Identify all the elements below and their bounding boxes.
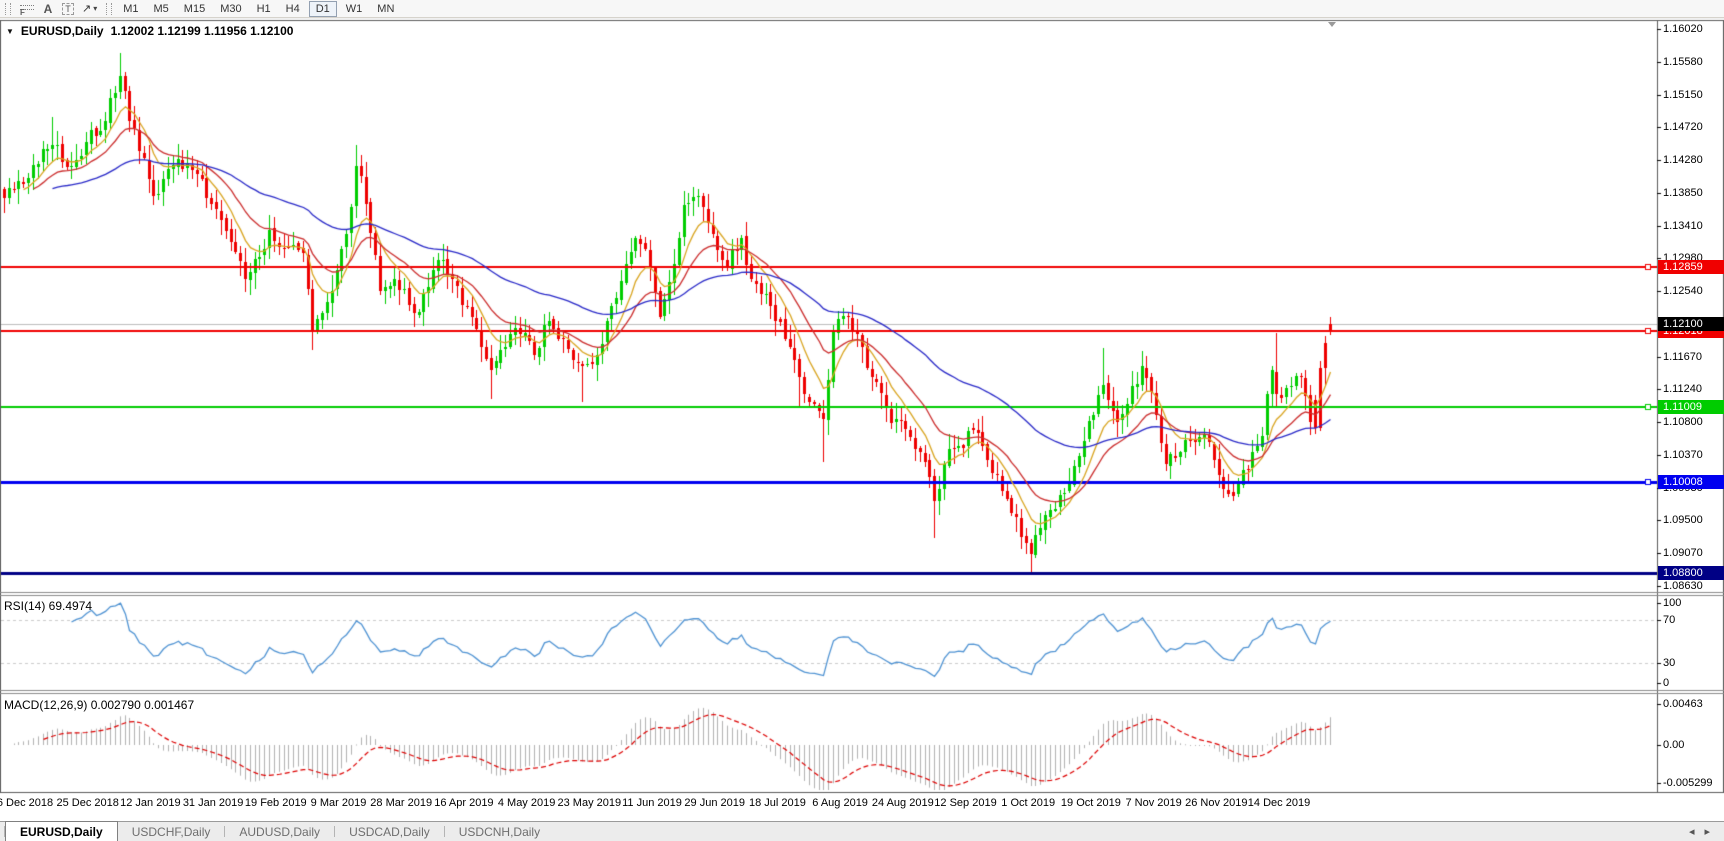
rsi-indicator-label: RSI(14) 69.4974: [4, 599, 92, 613]
price-tick-label: 1.15580: [1663, 56, 1723, 69]
price-tick-label: 1.12540: [1663, 285, 1723, 298]
date-axis-label: 6 Aug 2019: [812, 797, 868, 809]
price-tick-label: 1.10370: [1663, 449, 1723, 462]
macd-indicator-label: MACD(12,26,9) 0.002790 0.001467: [4, 698, 194, 712]
timeframe-button-m1[interactable]: M1: [117, 1, 144, 17]
macd-tick-label: -0.005299: [1663, 777, 1723, 790]
chart-tab-bar: EURUSD,DailyUSDCHF,DailyAUDUSD,DailyUSDC…: [0, 821, 1724, 841]
price-tick-label: 1.13850: [1663, 187, 1723, 200]
price-tick-label: 1.13410: [1663, 220, 1723, 233]
fibonacci-tool-button[interactable]: F: [16, 1, 38, 17]
tab-eurusd[interactable]: EURUSD,Daily: [5, 821, 118, 841]
tab-usdchf[interactable]: USDCHF,Daily: [118, 822, 225, 841]
price-tick-label: 1.08630: [1663, 580, 1723, 593]
date-axis-label: 7 Nov 2019: [1125, 797, 1181, 809]
date-axis-label: 31 Jan 2019: [183, 797, 244, 809]
date-axis-label: 19 Oct 2019: [1061, 797, 1121, 809]
chart-canvas[interactable]: [0, 19, 1724, 821]
rsi-tick-label: 0: [1663, 677, 1723, 690]
macd-tick-label: 0.00: [1663, 739, 1723, 752]
price-line-label: 1.08800: [1658, 566, 1724, 580]
timeframe-button-m5[interactable]: M5: [148, 1, 175, 17]
timeframe-button-h4[interactable]: H4: [280, 1, 306, 17]
label-tool-icon: T: [62, 3, 74, 15]
price-tick-label: 1.14720: [1663, 121, 1723, 134]
date-axis-label: 24 Aug 2019: [872, 797, 934, 809]
date-axis-label: 12 Jan 2019: [120, 797, 181, 809]
trading-platform-window: F A T ↗ ▾ M1M5M15M30H1H4D1W1MN ▼ EURUSD,…: [0, 0, 1724, 841]
current-price-label: 1.12100: [1658, 317, 1724, 331]
toolbar: F A T ↗ ▾ M1M5M15M30H1H4D1W1MN: [0, 0, 1724, 18]
chart-shift-marker-icon[interactable]: [1328, 22, 1336, 27]
timeframe-button-w1[interactable]: W1: [340, 1, 369, 17]
timeframe-button-m15[interactable]: M15: [178, 1, 211, 17]
chart-title: ▼ EURUSD,Daily 1.12002 1.12199 1.11956 1…: [6, 24, 293, 38]
date-axis-label: 18 Jul 2019: [749, 797, 806, 809]
toolbar-grip-timeframes[interactable]: [106, 3, 112, 15]
date-axis-label: 25 Dec 2018: [56, 797, 118, 809]
fibonacci-icon: F: [20, 2, 34, 15]
date-axis-label: 28 Mar 2019: [370, 797, 432, 809]
timeframe-button-mn[interactable]: MN: [371, 1, 400, 17]
price-tick-label: 1.11240: [1663, 383, 1723, 396]
timeframe-button-m30[interactable]: M30: [214, 1, 247, 17]
price-line-label: 1.10008: [1658, 475, 1724, 489]
arrows-tool-icon: ↗: [82, 2, 91, 15]
date-axis-label: 26 Nov 2019: [1185, 797, 1247, 809]
chart-symbol-label: EURUSD,Daily: [21, 24, 104, 38]
tab-scroll-arrows: ◂▸: [1689, 822, 1724, 841]
collapse-icon[interactable]: ▼: [6, 27, 14, 36]
date-axis-label: 19 Feb 2019: [245, 797, 307, 809]
date-axis-label: 14 Dec 2019: [1248, 797, 1310, 809]
price-tick-label: 1.11670: [1663, 351, 1723, 364]
date-axis-label: 23 May 2019: [557, 797, 621, 809]
chart-window: ▼ EURUSD,Daily 1.12002 1.12199 1.11956 1…: [0, 19, 1724, 821]
text-tool-button[interactable]: A: [38, 1, 58, 17]
tab-audusd[interactable]: AUDUSD,Daily: [225, 822, 334, 841]
price-tick-label: 1.14280: [1663, 154, 1723, 167]
chevron-down-icon: ▾: [93, 4, 97, 13]
date-axis-label: 11 Jun 2019: [622, 797, 682, 809]
timeframe-button-h1[interactable]: H1: [251, 1, 277, 17]
arrows-tool-button[interactable]: ↗ ▾: [78, 1, 101, 17]
price-tick-label: 1.10800: [1663, 416, 1723, 429]
date-axis-label: 16 Apr 2019: [434, 797, 493, 809]
timeframe-button-d1[interactable]: D1: [309, 1, 337, 17]
macd-tick-label: 0.00463: [1663, 698, 1723, 711]
label-tool-button[interactable]: T: [58, 1, 78, 17]
rsi-tick-label: 100: [1663, 597, 1723, 610]
rsi-tick-label: 70: [1663, 614, 1723, 627]
date-axis-label: 12 Sep 2019: [934, 797, 996, 809]
price-tick-label: 1.15150: [1663, 89, 1723, 102]
date-axis-label: 4 May 2019: [498, 797, 555, 809]
chart-ohlc-values: 1.12002 1.12199 1.11956 1.12100: [111, 24, 294, 38]
toolbar-grip[interactable]: [5, 3, 11, 15]
timeframe-group: M1M5M15M30H1H4D1W1MN: [117, 1, 400, 17]
tab-scroll-right-icon[interactable]: ▸: [1704, 825, 1710, 838]
price-line-label: 1.11009: [1658, 400, 1724, 414]
tab-scroll-left-icon[interactable]: ◂: [1689, 825, 1695, 838]
date-axis-label: 6 Dec 2018: [0, 797, 53, 809]
date-axis-label: 29 Jun 2019: [684, 797, 745, 809]
price-line-label: 1.12859: [1658, 260, 1724, 274]
price-tick-label: 1.16020: [1663, 23, 1723, 36]
date-axis-label: 9 Mar 2019: [311, 797, 367, 809]
tab-usdcnh[interactable]: USDCNH,Daily: [445, 822, 554, 841]
text-tool-icon: A: [44, 2, 53, 16]
price-tick-label: 1.09070: [1663, 547, 1723, 560]
tab-usdcad[interactable]: USDCAD,Daily: [335, 822, 444, 841]
date-axis-label: 1 Oct 2019: [1001, 797, 1055, 809]
rsi-tick-label: 30: [1663, 657, 1723, 670]
price-tick-label: 1.09500: [1663, 514, 1723, 527]
